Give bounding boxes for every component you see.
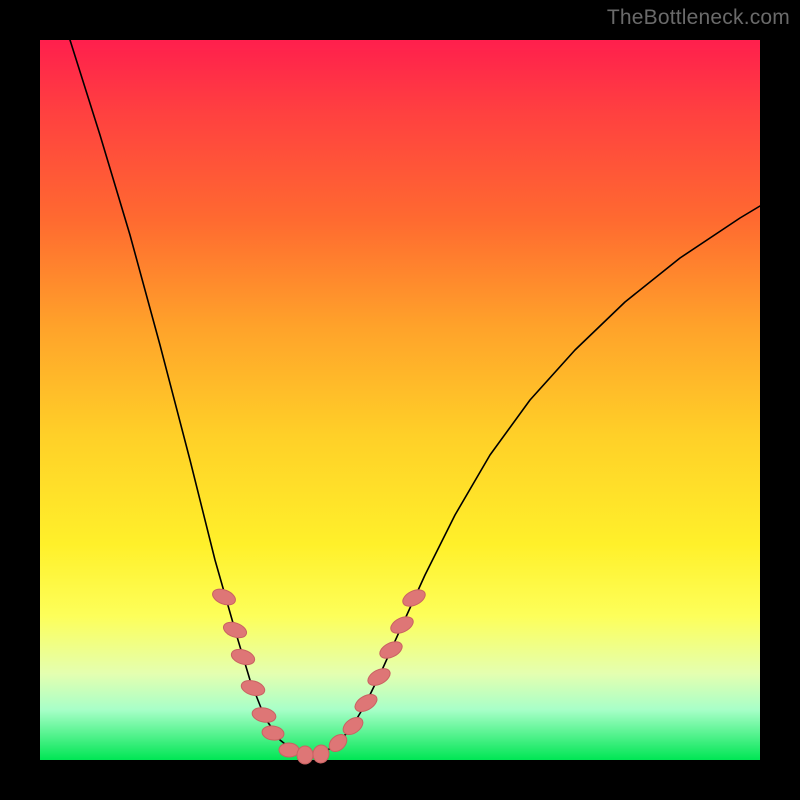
bead-marker bbox=[340, 714, 366, 738]
bead-marker bbox=[221, 619, 248, 640]
bead-marker bbox=[229, 647, 256, 668]
beads-group bbox=[210, 586, 428, 764]
bead-marker bbox=[210, 586, 237, 608]
bead-marker bbox=[352, 691, 380, 715]
bead-marker bbox=[377, 638, 405, 661]
bead-marker bbox=[261, 725, 285, 742]
bead-marker bbox=[312, 744, 330, 764]
bead-marker bbox=[297, 746, 313, 764]
bead-marker bbox=[400, 586, 428, 609]
bead-marker bbox=[240, 678, 267, 698]
bead-marker bbox=[365, 665, 393, 689]
curve-layer bbox=[40, 40, 760, 760]
bead-marker bbox=[251, 706, 277, 725]
bead-marker bbox=[388, 613, 416, 636]
bottleneck-curve bbox=[70, 40, 760, 756]
watermark-label: TheBottleneck.com bbox=[607, 6, 790, 30]
bead-marker bbox=[279, 743, 299, 758]
